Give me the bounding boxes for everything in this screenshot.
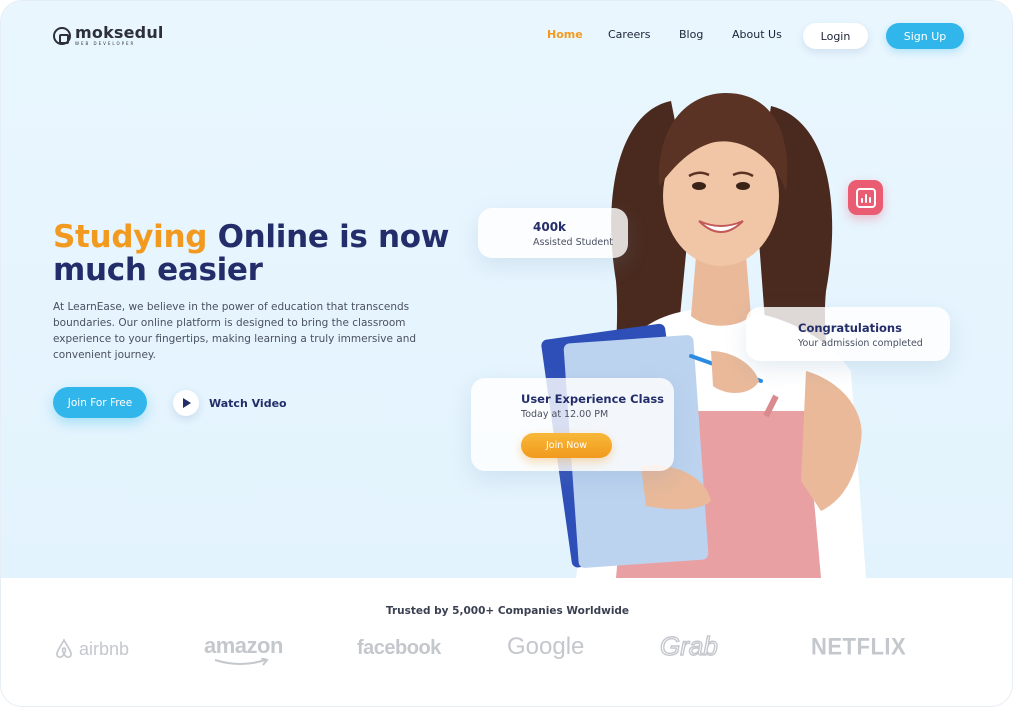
login-button[interactable]: Login xyxy=(803,23,868,49)
watch-video-label: Watch Video xyxy=(209,396,287,410)
amazon-logo: amazon xyxy=(204,633,283,658)
watch-video-button[interactable]: Watch Video xyxy=(173,390,287,416)
hero-headline: Studying Online is now much easier xyxy=(53,221,473,287)
google-logo: Google xyxy=(507,633,585,660)
play-icon xyxy=(173,390,199,416)
amazon-smile-icon xyxy=(214,658,269,666)
airbnb-logo-icon xyxy=(56,638,72,658)
join-for-free-button[interactable]: Join For Free xyxy=(53,387,147,418)
trusted-companies-section: Trusted by 5,000+ Companies Worldwide ai… xyxy=(1,578,1012,706)
nav-home[interactable]: Home xyxy=(547,28,583,41)
nav-about-us[interactable]: About Us xyxy=(732,28,782,41)
assisted-students-card: 400k Assisted Student xyxy=(478,208,628,258)
hero-description: At LearnEase, we believe in the power of… xyxy=(53,301,417,361)
congrats-title: Congratulations xyxy=(798,321,902,335)
headline-highlight: Studying xyxy=(53,219,208,255)
signup-button[interactable]: Sign Up xyxy=(886,23,964,49)
nav-blog[interactable]: Blog xyxy=(679,28,703,41)
class-title: User Experience Class xyxy=(521,392,665,406)
hero-section: moksedul WEB DEVELOPER Home Careers Blog… xyxy=(1,1,1012,578)
facebook-logo: facebook xyxy=(357,637,441,659)
students-label: Assisted Student xyxy=(533,237,614,248)
class-card: User Experience Class Today at 12.00 PM … xyxy=(471,378,674,471)
trusted-heading: Trusted by 5,000+ Companies Worldwide xyxy=(385,605,630,617)
nav-careers[interactable]: Careers xyxy=(608,28,651,41)
students-count: 400k xyxy=(533,220,567,234)
headline-part-1: Online is now xyxy=(207,219,450,255)
grab-logo: Grab xyxy=(659,630,718,661)
class-time: Today at 12.00 PM xyxy=(521,409,609,420)
congratulations-card: Congratulations Your admission completed xyxy=(746,307,950,361)
page-frame: moksedul WEB DEVELOPER Home Careers Blog… xyxy=(0,0,1013,707)
congrats-subtitle: Your admission completed xyxy=(798,338,923,349)
bar-chart-icon[interactable] xyxy=(848,180,883,215)
headline-part-2: much easier xyxy=(53,252,263,288)
netflix-logo: NETFLIX xyxy=(811,632,907,661)
top-navigation: Home Careers Blog About Us Login Sign Up xyxy=(1,23,1012,49)
join-now-button[interactable]: Join Now xyxy=(521,433,612,458)
airbnb-logo: airbnb xyxy=(53,638,129,660)
